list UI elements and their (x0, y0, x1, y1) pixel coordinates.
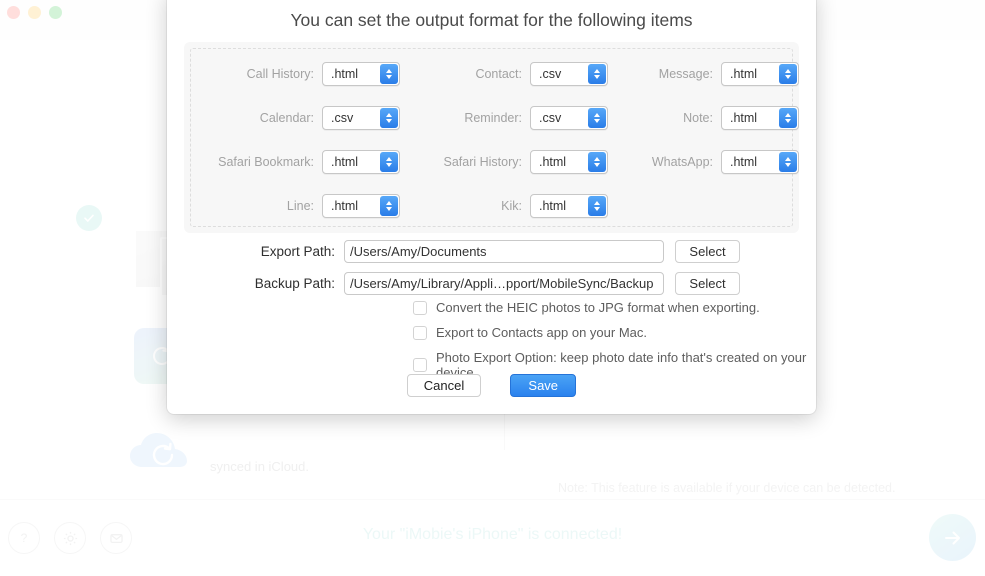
dialog-title: You can set the output format for the fo… (290, 10, 693, 30)
select-value: .html (331, 199, 359, 213)
cancel-button[interactable]: Cancel (406, 374, 482, 397)
format-label: Safari History: (443, 155, 523, 169)
backup-path-row: Backup Path: /Users/Amy/Library/Appli…pp… (167, 271, 816, 295)
select-value: .html (730, 155, 758, 169)
checkbox-row-export-to-contacts[interactable]: Export to Contacts app on your Mac. (413, 325, 647, 340)
backup-path-input[interactable]: /Users/Amy/Library/Appli…pport/MobileSyn… (344, 271, 664, 295)
checkbox-row-heic-to-jpg[interactable]: Convert the HEIC photos to JPG format wh… (413, 300, 760, 315)
stepper-arrows-icon[interactable] (380, 152, 398, 172)
select-kik[interactable]: .html (530, 194, 608, 218)
select-value: .html (730, 111, 758, 125)
select-contact[interactable]: .csv (530, 62, 608, 86)
format-label: WhatsApp: (651, 155, 713, 169)
select-value: .html (539, 155, 567, 169)
output-format-dialog: You can set the output format for the fo… (167, 0, 816, 414)
stepper-arrows-icon[interactable] (588, 196, 606, 216)
format-field-call-history: Call History: .html (184, 62, 400, 86)
backup-path-select-button[interactable]: Select (675, 271, 740, 295)
format-options-group: Call History: .html Contact: .csv Messag… (184, 42, 799, 233)
export-path-select-button[interactable]: Select (675, 239, 740, 263)
format-field-safari-bookmark: Safari Bookmark: .html (184, 150, 400, 174)
stepper-arrows-icon[interactable] (380, 108, 398, 128)
export-path-row: Export Path: /Users/Amy/Documents Select (167, 239, 816, 263)
format-row: Line: .html Kik: .html (184, 184, 799, 228)
format-row: Calendar: .csv Reminder: .csv Note: .htm… (184, 96, 799, 140)
checkbox-label: Convert the HEIC photos to JPG format wh… (436, 300, 760, 315)
format-label: Reminder: (464, 111, 522, 125)
checkbox-heic-to-jpg[interactable] (413, 300, 427, 315)
select-safari-history[interactable]: .html (530, 150, 608, 174)
stepper-arrows-icon[interactable] (588, 64, 606, 84)
format-label: Safari Bookmark: (218, 155, 314, 169)
format-field-message: Message: .html (608, 62, 799, 86)
stepper-arrows-icon[interactable] (588, 152, 606, 172)
stepper-arrows-icon[interactable] (588, 108, 606, 128)
format-grid: Call History: .html Contact: .csv Messag… (184, 52, 799, 228)
format-field-line: Line: .html (184, 194, 400, 218)
select-value: .html (331, 155, 359, 169)
format-field-calendar: Calendar: .csv (184, 106, 400, 130)
export-path-input[interactable]: /Users/Amy/Documents (344, 239, 664, 263)
select-value: .html (331, 67, 359, 81)
stepper-arrows-icon[interactable] (779, 152, 797, 172)
format-row: Safari Bookmark: .html Safari History: .… (184, 140, 799, 184)
format-label: Note: (683, 111, 713, 125)
format-label: Kik: (501, 199, 522, 213)
stepper-arrows-icon[interactable] (779, 108, 797, 128)
select-value: .csv (539, 111, 562, 125)
select-whatsapp[interactable]: .html (721, 150, 799, 174)
checkbox-photo-export-option[interactable] (413, 358, 427, 372)
format-field-safari-history: Safari History: .html (400, 150, 608, 174)
format-label: Line: (286, 199, 314, 213)
stepper-arrows-icon[interactable] (380, 196, 398, 216)
stepper-arrows-icon[interactable] (779, 64, 797, 84)
format-label: Contact: (475, 67, 522, 81)
format-field-reminder: Reminder: .csv (400, 106, 608, 130)
select-value: .html (730, 67, 758, 81)
select-message[interactable]: .html (721, 62, 799, 86)
format-label: Message: (658, 67, 713, 81)
stepper-arrows-icon[interactable] (380, 64, 398, 84)
select-value: .csv (539, 67, 562, 81)
save-button[interactable]: Save (510, 374, 577, 397)
format-field-kik: Kik: .html (400, 194, 608, 218)
select-safari-bookmark[interactable]: .html (322, 150, 400, 174)
select-line[interactable]: .html (322, 194, 400, 218)
select-note[interactable]: .html (721, 106, 799, 130)
format-label: Call History: (246, 67, 314, 81)
dialog-footer: Cancel Save (167, 374, 816, 397)
backup-path-label: Backup Path: (254, 275, 335, 291)
checkbox-label: Export to Contacts app on your Mac. (436, 325, 647, 340)
format-label: Calendar: (259, 111, 314, 125)
checkbox-export-to-contacts[interactable] (413, 325, 427, 340)
format-field-contact: Contact: .csv (400, 62, 608, 86)
select-value: .html (539, 199, 567, 213)
select-reminder[interactable]: .csv (530, 106, 608, 130)
export-path-label: Export Path: (260, 243, 335, 259)
format-row: Call History: .html Contact: .csv Messag… (184, 52, 799, 96)
format-field-note: Note: .html (608, 106, 799, 130)
select-call-history[interactable]: .html (322, 62, 400, 86)
format-field-whatsapp: WhatsApp: .html (608, 150, 799, 174)
select-calendar[interactable]: .csv (322, 106, 400, 130)
select-value: .csv (331, 111, 354, 125)
